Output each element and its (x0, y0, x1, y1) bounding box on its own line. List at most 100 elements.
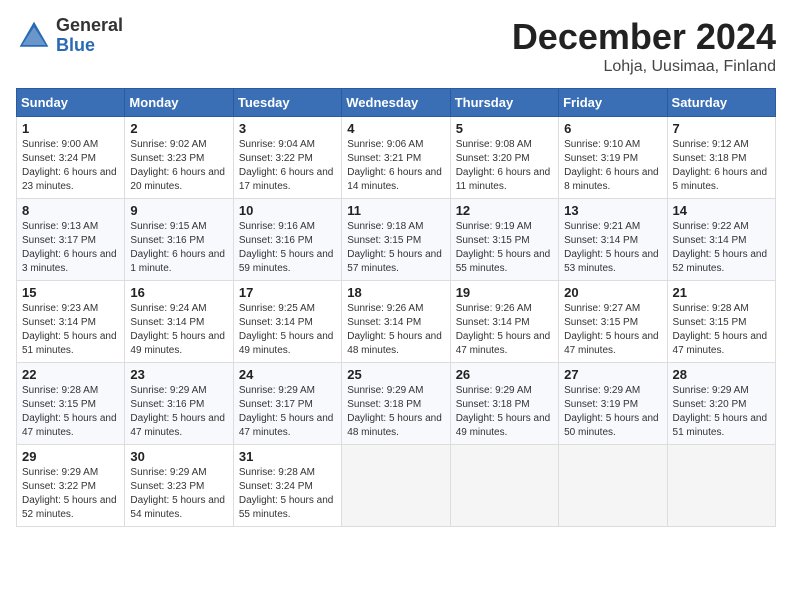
calendar-cell: 1Sunrise: 9:00 AMSunset: 3:24 PMDaylight… (17, 117, 125, 199)
calendar-day-header: Thursday (450, 89, 558, 117)
calendar-cell: 26 Sunrise: 9:29 AMSunset: 3:18 PMDayligh… (450, 363, 558, 445)
day-number: 8 (22, 203, 119, 218)
day-number: 3 (239, 121, 336, 136)
calendar-day-header: Sunday (17, 89, 125, 117)
day-number: 29 (22, 449, 119, 464)
day-number: 12 (456, 203, 553, 218)
day-number: 1 (22, 121, 119, 136)
day-number: 30 (130, 449, 227, 464)
day-number: 4 (347, 121, 444, 136)
day-number: 23 (130, 367, 227, 382)
calendar-cell: 8 Sunrise: 9:13 AMSunset: 3:17 PMDaylight… (17, 199, 125, 281)
calendar-cell: 4Sunrise: 9:06 AMSunset: 3:21 PMDaylight… (342, 117, 450, 199)
day-number: 26 (456, 367, 553, 382)
day-info: Sunrise: 9:16 AMSunset: 3:16 PMDaylight:… (239, 220, 336, 276)
calendar-cell: 13 Sunrise: 9:21 AMSunset: 3:14 PMDayligh… (559, 199, 667, 281)
day-info: Sunrise: 9:26 AMSunset: 3:14 PMDaylight:… (347, 302, 444, 358)
day-number: 19 (456, 285, 553, 300)
day-number: 25 (347, 367, 444, 382)
calendar-cell: 2 Sunrise: 9:02 AMSunset: 3:23 PMDaylight… (125, 117, 233, 199)
day-number: 27 (564, 367, 661, 382)
calendar-cell: 3 Sunrise: 9:04 AMSunset: 3:22 PMDaylight… (233, 117, 341, 199)
day-number: 22 (22, 367, 119, 382)
day-info: Sunrise: 9:29 AMSunset: 3:18 PMDaylight:… (347, 384, 444, 440)
day-info: Sunrise: 9:04 AMSunset: 3:22 PMDaylight:… (239, 138, 336, 194)
calendar-cell: 20 Sunrise: 9:27 AMSunset: 3:15 PMDayligh… (559, 281, 667, 363)
calendar-cell: 18 Sunrise: 9:26 AMSunset: 3:14 PMDayligh… (342, 281, 450, 363)
day-info: Sunrise: 9:29 AMSunset: 3:16 PMDaylight:… (130, 384, 227, 440)
calendar-table: SundayMondayTuesdayWednesdayThursdayFrid… (16, 88, 776, 527)
day-info: Sunrise: 9:29 AMSunset: 3:18 PMDaylight:… (456, 384, 553, 440)
day-info: Sunrise: 9:25 AMSunset: 3:14 PMDaylight:… (239, 302, 336, 358)
calendar-cell: 15Sunrise: 9:23 AMSunset: 3:14 PMDayligh… (17, 281, 125, 363)
calendar-cell: 23 Sunrise: 9:29 AMSunset: 3:16 PMDayligh… (125, 363, 233, 445)
calendar-cell: 12 Sunrise: 9:19 AMSunset: 3:15 PMDayligh… (450, 199, 558, 281)
calendar-day-header: Friday (559, 89, 667, 117)
calendar-cell: 24 Sunrise: 9:29 AMSunset: 3:17 PMDayligh… (233, 363, 341, 445)
day-info: Sunrise: 9:02 AMSunset: 3:23 PMDaylight:… (130, 138, 227, 194)
calendar-cell (450, 445, 558, 527)
calendar-day-header: Saturday (667, 89, 775, 117)
calendar-cell (559, 445, 667, 527)
logo-icon (16, 18, 52, 54)
calendar-week-row: 1Sunrise: 9:00 AMSunset: 3:24 PMDaylight… (17, 117, 776, 199)
calendar-cell: 21 Sunrise: 9:28 AMSunset: 3:15 PMDayligh… (667, 281, 775, 363)
day-info: Sunrise: 9:24 AMSunset: 3:14 PMDaylight:… (130, 302, 227, 358)
day-info: Sunrise: 9:29 AMSunset: 3:22 PMDaylight:… (22, 466, 119, 522)
day-number: 21 (673, 285, 770, 300)
day-info: Sunrise: 9:19 AMSunset: 3:15 PMDaylight:… (456, 220, 553, 276)
day-info: Sunrise: 9:28 AMSunset: 3:15 PMDaylight:… (673, 302, 770, 358)
day-info: Sunrise: 9:21 AMSunset: 3:14 PMDaylight:… (564, 220, 661, 276)
day-info: Sunrise: 9:12 AMSunset: 3:18 PMDaylight:… (673, 138, 770, 194)
day-number: 20 (564, 285, 661, 300)
day-info: Sunrise: 9:29 AMSunset: 3:19 PMDaylight:… (564, 384, 661, 440)
day-number: 17 (239, 285, 336, 300)
day-info: Sunrise: 9:29 AMSunset: 3:17 PMDaylight:… (239, 384, 336, 440)
day-number: 14 (673, 203, 770, 218)
calendar-week-row: 8 Sunrise: 9:13 AMSunset: 3:17 PMDaylight… (17, 199, 776, 281)
calendar-cell: 5Sunrise: 9:08 AMSunset: 3:20 PMDaylight… (450, 117, 558, 199)
calendar-cell: 19Sunrise: 9:26 AMSunset: 3:14 PMDayligh… (450, 281, 558, 363)
day-number: 7 (673, 121, 770, 136)
day-number: 18 (347, 285, 444, 300)
day-number: 2 (130, 121, 227, 136)
page-header: General Blue December 2024 Lohja, Uusima… (16, 16, 776, 76)
day-number: 11 (347, 203, 444, 218)
calendar-cell: 17 Sunrise: 9:25 AMSunset: 3:14 PMDayligh… (233, 281, 341, 363)
day-number: 9 (130, 203, 227, 218)
day-info: Sunrise: 9:27 AMSunset: 3:15 PMDaylight:… (564, 302, 661, 358)
day-number: 31 (239, 449, 336, 464)
calendar-week-row: 29 Sunrise: 9:29 AMSunset: 3:22 PMDayligh… (17, 445, 776, 527)
day-info: Sunrise: 9:15 AMSunset: 3:16 PMDaylight:… (130, 220, 227, 276)
calendar-cell: 25 Sunrise: 9:29 AMSunset: 3:18 PMDayligh… (342, 363, 450, 445)
day-number: 5 (456, 121, 553, 136)
location: Lohja, Uusimaa, Finland (512, 58, 776, 76)
day-info: Sunrise: 9:22 AMSunset: 3:14 PMDaylight:… (673, 220, 770, 276)
calendar-cell: 10Sunrise: 9:16 AMSunset: 3:16 PMDayligh… (233, 199, 341, 281)
logo-blue: Blue (56, 36, 123, 56)
calendar-header-row: SundayMondayTuesdayWednesdayThursdayFrid… (17, 89, 776, 117)
day-number: 6 (564, 121, 661, 136)
day-info: Sunrise: 9:23 AMSunset: 3:14 PMDaylight:… (22, 302, 119, 358)
calendar-day-header: Monday (125, 89, 233, 117)
calendar-cell: 31Sunrise: 9:28 AMSunset: 3:24 PMDayligh… (233, 445, 341, 527)
day-number: 13 (564, 203, 661, 218)
calendar-cell: 6 Sunrise: 9:10 AMSunset: 3:19 PMDaylight… (559, 117, 667, 199)
calendar-week-row: 22Sunrise: 9:28 AMSunset: 3:15 PMDayligh… (17, 363, 776, 445)
calendar-cell: 22Sunrise: 9:28 AMSunset: 3:15 PMDayligh… (17, 363, 125, 445)
day-info: Sunrise: 9:29 AMSunset: 3:20 PMDaylight:… (673, 384, 770, 440)
day-info: Sunrise: 9:10 AMSunset: 3:19 PMDaylight:… (564, 138, 661, 194)
logo-general: General (56, 16, 123, 36)
day-info: Sunrise: 9:13 AMSunset: 3:17 PMDaylight:… (22, 220, 119, 276)
month-title: December 2024 (512, 16, 776, 58)
calendar-cell: 16Sunrise: 9:24 AMSunset: 3:14 PMDayligh… (125, 281, 233, 363)
day-info: Sunrise: 9:29 AMSunset: 3:23 PMDaylight:… (130, 466, 227, 522)
calendar-cell: 30 Sunrise: 9:29 AMSunset: 3:23 PMDayligh… (125, 445, 233, 527)
title-block: December 2024 Lohja, Uusimaa, Finland (512, 16, 776, 76)
calendar-cell: 11Sunrise: 9:18 AMSunset: 3:15 PMDayligh… (342, 199, 450, 281)
day-number: 24 (239, 367, 336, 382)
calendar-day-header: Tuesday (233, 89, 341, 117)
calendar-cell (667, 445, 775, 527)
calendar-cell (342, 445, 450, 527)
day-number: 28 (673, 367, 770, 382)
